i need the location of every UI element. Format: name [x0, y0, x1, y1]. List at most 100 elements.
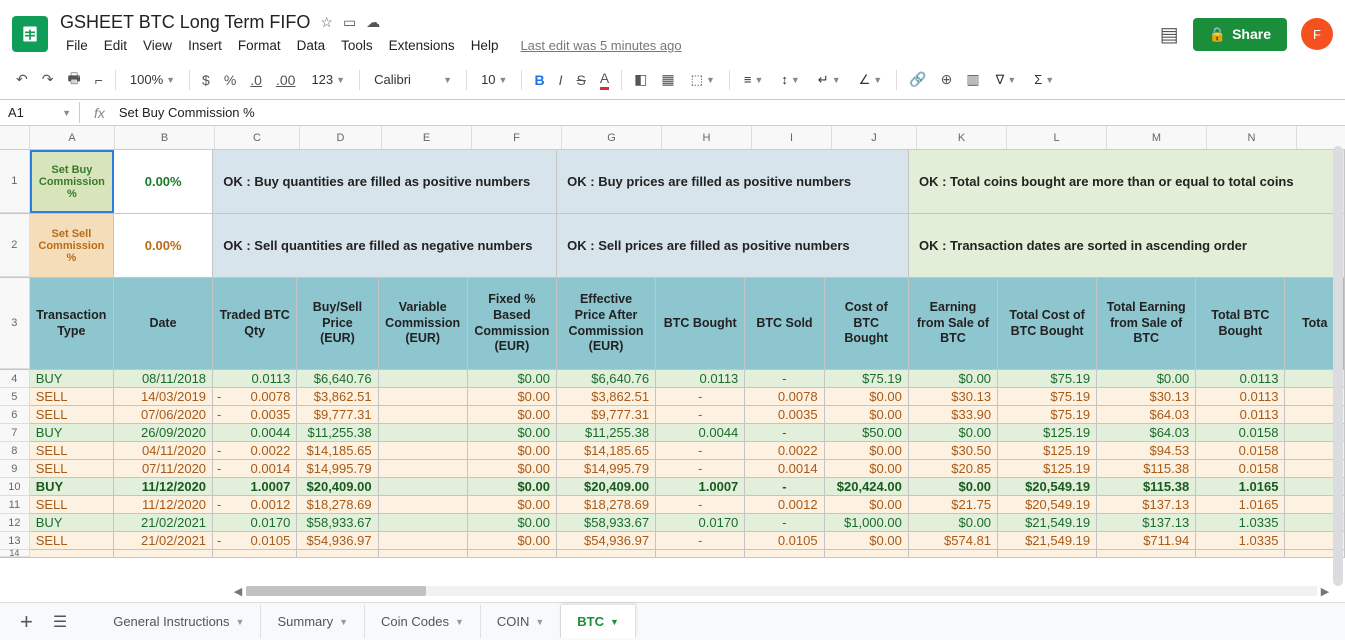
- header-date[interactable]: Date: [114, 278, 213, 369]
- cell-bought[interactable]: -: [656, 496, 745, 513]
- cell-eff[interactable]: $54,936.97: [557, 532, 656, 549]
- cell-fix[interactable]: $0.00: [468, 442, 557, 459]
- cell-qty[interactable]: 0.0113: [213, 370, 297, 387]
- header-fixcom[interactable]: Fixed % Based Commission (EUR): [468, 278, 557, 369]
- cell-tcost[interactable]: $75.19: [998, 406, 1097, 423]
- increase-decimal[interactable]: .00: [272, 68, 299, 92]
- cell-date[interactable]: 14/03/2019: [114, 388, 213, 405]
- cell-price[interactable]: $18,278.69: [297, 496, 378, 513]
- cell-extra[interactable]: [1285, 478, 1345, 495]
- msg-buy-price[interactable]: OK : Buy prices are filled as positive n…: [557, 150, 909, 213]
- cell-fix[interactable]: $0.00: [468, 532, 557, 549]
- cell[interactable]: [30, 550, 114, 557]
- share-button[interactable]: 🔒 Share: [1193, 18, 1287, 51]
- row-header[interactable]: 3: [0, 278, 30, 369]
- cell-sold[interactable]: 0.0035: [745, 406, 824, 423]
- cell-earn[interactable]: $30.13: [909, 388, 998, 405]
- cell-date[interactable]: 11/12/2020: [114, 478, 213, 495]
- cell-bought[interactable]: 1.0007: [656, 478, 745, 495]
- col-header-N[interactable]: N: [1207, 126, 1297, 149]
- cell-cost[interactable]: $75.19: [825, 370, 909, 387]
- col-header-K[interactable]: K: [917, 126, 1007, 149]
- cell[interactable]: [557, 550, 656, 557]
- cell-sold[interactable]: -: [745, 478, 824, 495]
- cell-type[interactable]: SELL: [30, 442, 114, 459]
- cell-date[interactable]: 11/12/2020: [114, 496, 213, 513]
- cell-extra[interactable]: [1285, 532, 1345, 549]
- cell-earn[interactable]: $0.00: [909, 424, 998, 441]
- cell-tcost[interactable]: $20,549.19: [998, 478, 1097, 495]
- cell[interactable]: [1285, 550, 1345, 557]
- cell-qty[interactable]: 0.0170: [213, 514, 297, 531]
- col-header-B[interactable]: B: [115, 126, 215, 149]
- cell-var[interactable]: [379, 442, 468, 459]
- cell-tcost[interactable]: $125.19: [998, 424, 1097, 441]
- header-qty[interactable]: Traded BTC Qty: [213, 278, 297, 369]
- cell-type[interactable]: BUY: [30, 370, 114, 387]
- cell-var[interactable]: [379, 406, 468, 423]
- cell-eff[interactable]: $58,933.67: [557, 514, 656, 531]
- cell-type[interactable]: BUY: [30, 424, 114, 441]
- msg-sell-qty[interactable]: OK : Sell quantities are filled as negat…: [213, 214, 557, 277]
- comment-icon[interactable]: ⊕: [937, 67, 957, 92]
- menu-data[interactable]: Data: [291, 35, 332, 56]
- cell-qty[interactable]: -0.0035: [213, 406, 297, 423]
- cell-tearn[interactable]: $0.00: [1097, 370, 1196, 387]
- cell-fix[interactable]: $0.00: [468, 460, 557, 477]
- cell-price[interactable]: $54,936.97: [297, 532, 378, 549]
- bold-button[interactable]: B: [530, 68, 548, 92]
- sheet-list-button[interactable]: ☰: [43, 612, 77, 632]
- cell-qty[interactable]: -0.0012: [213, 496, 297, 513]
- cell-date[interactable]: 04/11/2020: [114, 442, 213, 459]
- cell-tbtc[interactable]: 0.0113: [1196, 370, 1285, 387]
- msg-buy-qty[interactable]: OK : Buy quantities are filled as positi…: [213, 150, 557, 213]
- cell-extra[interactable]: [1285, 442, 1345, 459]
- cell-date[interactable]: 07/11/2020: [114, 460, 213, 477]
- tab-btc[interactable]: BTC▼: [561, 605, 636, 638]
- cell-sold[interactable]: -: [745, 424, 824, 441]
- chart-icon[interactable]: ▥: [962, 67, 983, 92]
- cell-extra[interactable]: [1285, 514, 1345, 531]
- row-header[interactable]: 10: [0, 478, 30, 496]
- row-header[interactable]: 6: [0, 406, 30, 424]
- cell-qty[interactable]: -0.0022: [213, 442, 297, 459]
- wrap-button[interactable]: ↵ ▼: [812, 69, 847, 91]
- cell-fix[interactable]: $0.00: [468, 514, 557, 531]
- cell-tbtc[interactable]: 0.0113: [1196, 406, 1285, 423]
- cell-var[interactable]: [379, 460, 468, 477]
- tab-summary[interactable]: Summary▼: [261, 605, 365, 638]
- row-header[interactable]: 14: [0, 550, 30, 557]
- cell-qty[interactable]: -0.0014: [213, 460, 297, 477]
- strike-button[interactable]: S: [572, 68, 589, 92]
- formula-bar[interactable]: Set Buy Commission %: [119, 105, 255, 120]
- cell-bought[interactable]: 0.0113: [656, 370, 745, 387]
- cell-fix[interactable]: $0.00: [468, 424, 557, 441]
- cell-type[interactable]: SELL: [30, 532, 114, 549]
- col-header-A[interactable]: A: [30, 126, 115, 149]
- cell-var[interactable]: [379, 370, 468, 387]
- cell-tearn[interactable]: $711.94: [1097, 532, 1196, 549]
- cell-tcost[interactable]: $75.19: [998, 388, 1097, 405]
- cell-qty[interactable]: 0.0044: [213, 424, 297, 441]
- cell-sold[interactable]: 0.0014: [745, 460, 824, 477]
- cell[interactable]: [909, 550, 998, 557]
- cell-type[interactable]: SELL: [30, 406, 114, 423]
- cell-eff[interactable]: $18,278.69: [557, 496, 656, 513]
- menu-insert[interactable]: Insert: [182, 35, 228, 56]
- cell-eff[interactable]: $20,409.00: [557, 478, 656, 495]
- cell-bought[interactable]: -: [656, 406, 745, 423]
- cell-eff[interactable]: $9,777.31: [557, 406, 656, 423]
- menu-edit[interactable]: Edit: [98, 35, 133, 56]
- comments-icon[interactable]: ▤: [1160, 22, 1179, 47]
- cell[interactable]: [745, 550, 824, 557]
- cell-type[interactable]: BUY: [30, 514, 114, 531]
- header-earning[interactable]: Earning from Sale of BTC: [909, 278, 998, 369]
- redo-icon[interactable]: ↷: [38, 67, 58, 92]
- font-select[interactable]: Calibri ▼: [368, 69, 458, 90]
- tab-coin[interactable]: COIN▼: [481, 605, 561, 638]
- cell-sold[interactable]: 0.0105: [745, 532, 824, 549]
- cell-eff[interactable]: $14,995.79: [557, 460, 656, 477]
- header-totalcost[interactable]: Total Cost of BTC Bought: [998, 278, 1097, 369]
- cell-var[interactable]: [379, 532, 468, 549]
- font-size[interactable]: 10 ▼: [475, 69, 513, 90]
